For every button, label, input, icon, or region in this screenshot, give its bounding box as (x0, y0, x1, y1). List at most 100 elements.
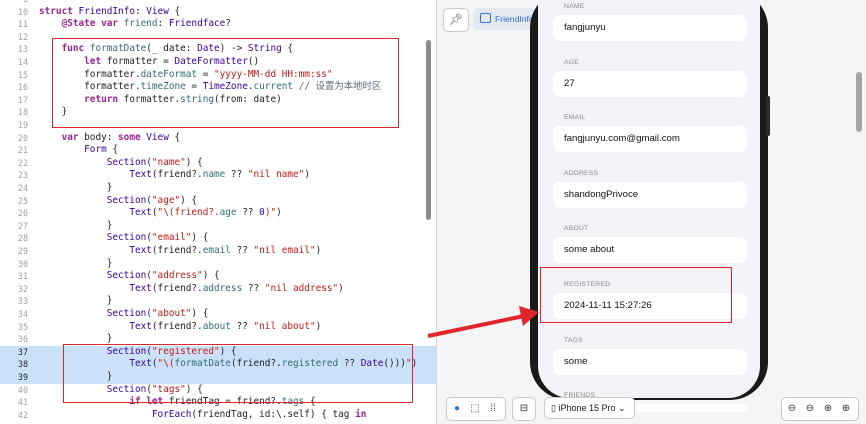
line-number: 35 (17, 321, 28, 332)
code-line[interactable]: 21 Form { (0, 144, 436, 157)
line-number: 30 (17, 258, 28, 269)
code-line[interactable]: 25 Section("age") { (0, 195, 436, 208)
preview-tab-friendinfo[interactable]: FriendInfo (473, 8, 537, 30)
canvas-scrollbar[interactable] (856, 72, 862, 132)
device-picker[interactable]: ▯ iPhone 15 Pro ⌄ (544, 397, 635, 419)
code-text: @State var friend: Friendface? (61, 18, 231, 30)
annotation-box-formatdate (52, 38, 399, 128)
code-text: Text(friend?.email ?? "nil email") (129, 245, 322, 256)
line-number: 25 (17, 195, 28, 206)
section-header-address: ADDRESS (564, 169, 599, 177)
cell-value: 27 (564, 77, 575, 89)
section-header-about: ABOUT (564, 225, 589, 233)
code-text: var body: some View { (61, 131, 181, 143)
code-text: Text(friend?.name ?? "nil name") (129, 169, 310, 181)
line-number: 42 (17, 409, 28, 420)
form-cell-email: fangjunyu.com@gmail.com (553, 126, 747, 153)
code-line[interactable]: 42 ForEach(friendTag, id:\.self) { tag i… (0, 409, 436, 422)
line-number: 24 (17, 183, 28, 193)
code-text: Section("address") { (106, 270, 220, 282)
code-text: Section("email") { (106, 232, 209, 244)
code-text: struct FriendInfo: View { (39, 5, 181, 17)
pin-button[interactable]: 📌︎ (443, 8, 469, 32)
line-number: 36 (17, 334, 28, 345)
code-text: Text(friend?.address ?? "nil address") (129, 282, 344, 294)
line-number: 37 (17, 346, 28, 357)
code-line[interactable]: 22 Section("name") { (0, 157, 436, 170)
code-text: Text("\(friend?.age ?? 0)") (129, 207, 282, 219)
code-line[interactable]: 28 Section("email") { (0, 232, 436, 245)
form-cell-age: 27 (553, 70, 747, 97)
play-icon[interactable]: ● (449, 398, 465, 420)
cell-value: some about (564, 244, 615, 256)
code-text: Section("age") { (106, 194, 198, 206)
chevron-down-icon: ⌄ (615, 403, 626, 413)
code-line[interactable]: 23 Text(friend?.name ?? "nil name") (0, 169, 436, 182)
zoom-fit-icon[interactable]: ⊖ (802, 398, 818, 420)
code-text: Section("name") { (106, 156, 203, 168)
code-line[interactable]: 32 Text(friend?.address ?? "nil address"… (0, 283, 436, 296)
code-line[interactable]: 30 } (0, 258, 436, 271)
line-number: 19 (17, 120, 28, 130)
line-number: 29 (17, 246, 28, 256)
line-number: 33 (17, 296, 28, 307)
friendinfo-preview-icon (480, 13, 491, 23)
code-line[interactable]: 26 Text("\(friend?.age ?? 0)") (0, 207, 436, 220)
grid-icon[interactable]: ⁞⁞ (485, 398, 501, 420)
section-header-email: EMAIL (564, 114, 586, 122)
device-label: iPhone 15 Pro (558, 403, 616, 413)
line-number: 14 (17, 57, 28, 67)
line-number: 22 (17, 157, 28, 168)
line-number: 31 (17, 271, 28, 282)
cell-value: some (564, 355, 588, 367)
line-number: 23 (17, 170, 28, 181)
form-cell-name: fangjunyu (553, 15, 747, 41)
code-line[interactable]: 27 } (0, 220, 436, 233)
section-header-tags: TAGS (564, 336, 583, 344)
code-line[interactable]: 35 Text(friend?.about ?? "nil about") (0, 321, 436, 334)
code-text: } (39, 182, 113, 193)
annotation-box-registered-preview (540, 267, 732, 323)
section-header-age: AGE (564, 58, 579, 66)
line-number: 40 (17, 384, 28, 395)
iphone-side-button (766, 96, 770, 136)
code-line[interactable]: 11 @State var friend: Friendface? (0, 18, 436, 31)
line-number: 18 (17, 107, 28, 118)
code-line[interactable]: 10 struct FriendInfo: View { (0, 6, 436, 19)
line-number: 17 (17, 94, 28, 105)
line-number: 39 (17, 372, 28, 382)
cell-value: shandongPrivoce (564, 188, 639, 200)
code-line[interactable]: 20 var body: some View { (0, 132, 436, 145)
line-number: 28 (17, 233, 28, 244)
code-text: ForEach(friendTag, id:\.self) { tag in (151, 408, 367, 420)
line-number: 21 (17, 145, 28, 156)
code-line[interactable]: 24 } (0, 182, 436, 195)
zoom-actual-icon[interactable]: ⊕ (820, 398, 836, 420)
preview-mode-controls: ● ⬚ ⁞⁞ (446, 397, 506, 421)
code-line[interactable]: 31 Section("address") { (0, 270, 436, 283)
line-number: 38 (17, 359, 28, 370)
zoom-controls: ⊖ ⊖ ⊕ ⊕ (781, 397, 859, 421)
code-text: } (39, 295, 113, 307)
preview-tab-label: FriendInfo (495, 14, 534, 24)
zoom-in-icon[interactable]: ⊕ (838, 398, 854, 420)
section-header-name: NAME (564, 3, 585, 10)
form-cell-about: some about (553, 237, 747, 264)
line-number: 34 (17, 309, 28, 319)
line-number: 10 (17, 6, 28, 17)
code-line[interactable]: 34 Section("about") { (0, 308, 436, 321)
zoom-out-icon[interactable]: ⊖ (784, 398, 800, 420)
select-icon[interactable]: ⬚ (467, 398, 483, 420)
line-number: 20 (17, 132, 28, 143)
device-settings-button[interactable]: ⊟ (512, 397, 536, 421)
code-text: Text(friend?.about ?? "nil about") (129, 320, 322, 332)
code-line[interactable]: 29 Text(friend?.email ?? "nil email") (0, 245, 436, 258)
code-text: Section("about") { (106, 308, 209, 319)
code-editor[interactable]: 910struct FriendInfo: View {11 @State va… (0, 0, 436, 424)
form-cell-tags: some (553, 348, 747, 375)
code-text: } (39, 219, 113, 231)
editor-scrollbar[interactable] (426, 40, 431, 220)
line-number: 13 (17, 44, 28, 55)
line-number: 27 (17, 220, 28, 231)
code-line[interactable]: 33 } (0, 295, 436, 308)
